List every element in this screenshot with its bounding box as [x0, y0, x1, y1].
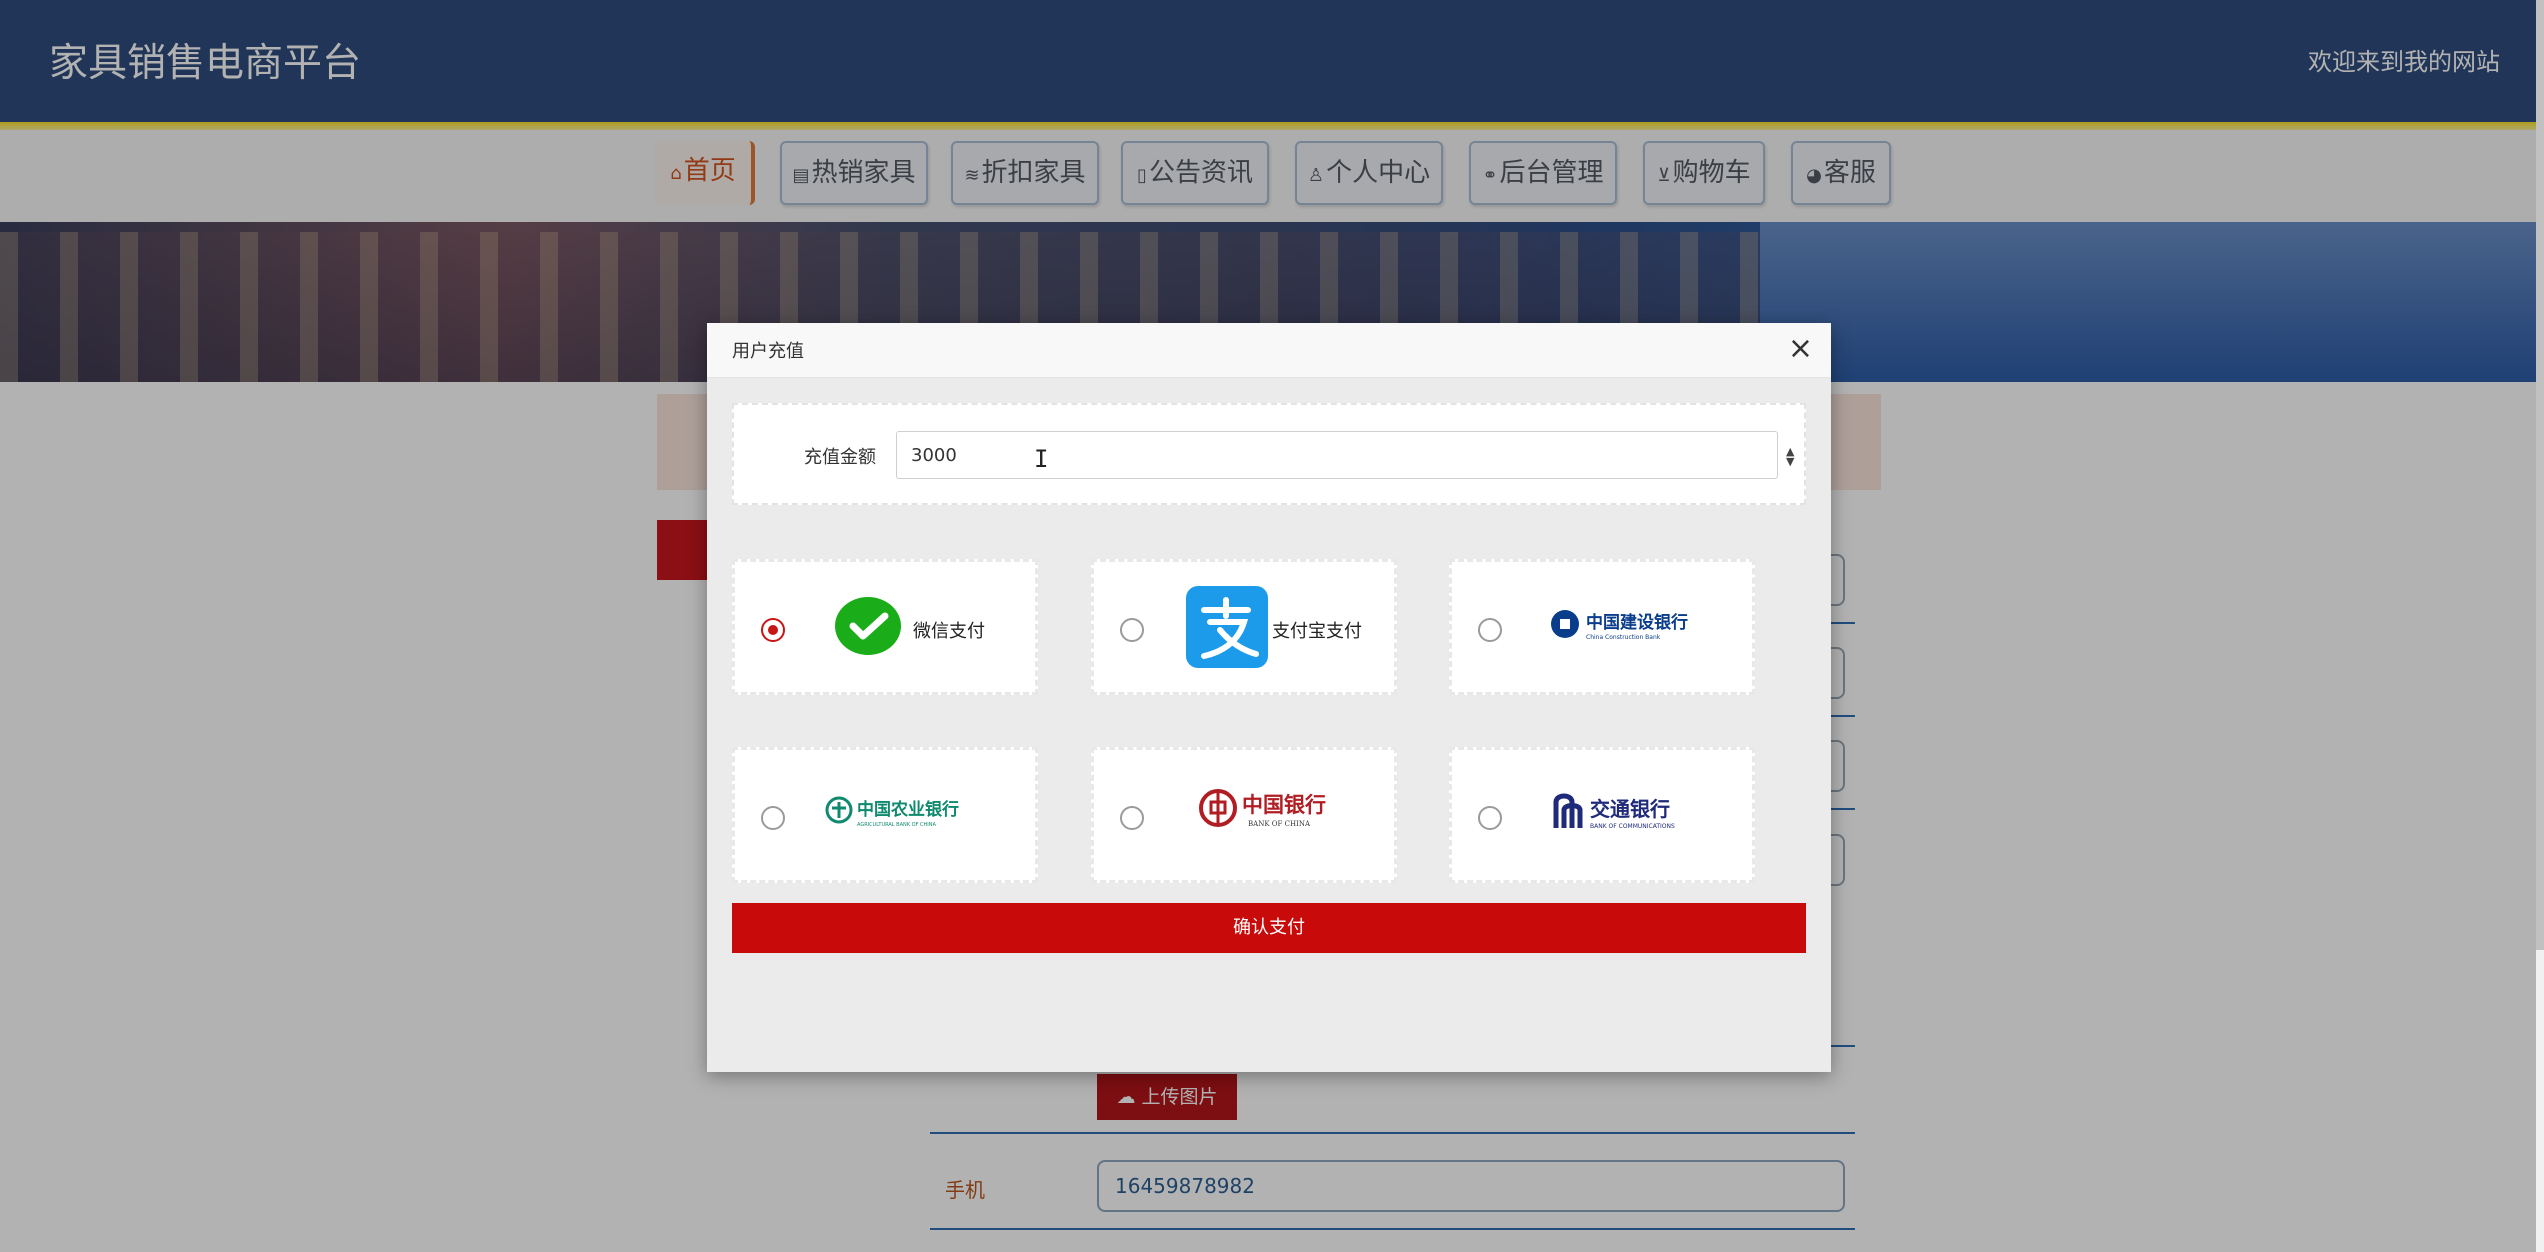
- amount-label: 充值金额: [804, 447, 876, 468]
- payment-option-wechat[interactable]: 微信支付: [732, 559, 1038, 695]
- page-scrollbar[interactable]: [2536, 0, 2544, 1252]
- boc-logo-subtext: BANK OF CHINA: [1248, 820, 1311, 828]
- abc-logo-text: 中国农业银行: [857, 799, 959, 820]
- abc-logo: 中国农业银行 AGRICULTURAL BANK OF CHINA: [825, 796, 959, 828]
- alipay-label: 支付宝支付: [1272, 621, 1362, 642]
- boc-logo: 中国银行 BANK OF CHINA: [1199, 789, 1326, 828]
- amount-input[interactable]: [896, 431, 1778, 479]
- wechat-pay-label: 微信支付: [913, 621, 985, 642]
- payment-option-boc[interactable]: 中国银行 BANK OF CHINA: [1091, 747, 1397, 883]
- abc-logo-subtext: AGRICULTURAL BANK OF CHINA: [857, 822, 937, 828]
- ccb-logo: 中国建设银行 China Construction Bank: [1551, 610, 1688, 641]
- dialog-header: 用户充值 ×: [707, 323, 1831, 378]
- ccb-logo-subtext: China Construction Bank: [1586, 634, 1661, 641]
- wechat-radio[interactable]: [761, 618, 785, 642]
- boc-logo-text: 中国银行: [1242, 792, 1326, 817]
- bocom-logo: 交通银行 BANK OF COMMUNICATIONS: [1553, 793, 1675, 830]
- ccb-radio[interactable]: [1478, 618, 1502, 642]
- abc-radio[interactable]: [761, 806, 785, 830]
- confirm-payment-button[interactable]: 确认支付: [732, 903, 1806, 953]
- ccb-logo-text: 中国建设银行: [1586, 612, 1688, 633]
- wechat-pay-icon: [835, 597, 901, 655]
- recharge-dialog: 用户充值 × 充值金额 ▲ ▼ I 微信支付 支付宝支付 中国建设银: [707, 323, 1831, 1072]
- dialog-title: 用户充值: [732, 341, 804, 362]
- bocom-logo-subtext: BANK OF COMMUNICATIONS: [1590, 823, 1675, 830]
- payment-option-abc[interactable]: 中国农业银行 AGRICULTURAL BANK OF CHINA: [732, 747, 1038, 883]
- payment-option-bocom[interactable]: 交通银行 BANK OF COMMUNICATIONS: [1449, 747, 1755, 883]
- alipay-radio[interactable]: [1120, 618, 1144, 642]
- amount-panel: 充值金额 ▲ ▼ I: [732, 403, 1806, 505]
- bocom-logo-text: 交通银行: [1590, 797, 1670, 821]
- alipay-icon: [1186, 586, 1268, 668]
- stepper-down-icon[interactable]: ▼: [1786, 456, 1794, 467]
- payment-option-alipay[interactable]: 支付宝支付: [1091, 559, 1397, 695]
- text-cursor-icon: I: [1034, 445, 1049, 473]
- scrollbar-thumb[interactable]: [2536, 0, 2544, 950]
- close-icon[interactable]: ×: [1788, 331, 1813, 366]
- amount-stepper[interactable]: ▲ ▼: [1786, 446, 1794, 467]
- payment-option-ccb[interactable]: 中国建设银行 China Construction Bank: [1449, 559, 1755, 695]
- bocom-radio[interactable]: [1478, 806, 1502, 830]
- boc-radio[interactable]: [1120, 806, 1144, 830]
